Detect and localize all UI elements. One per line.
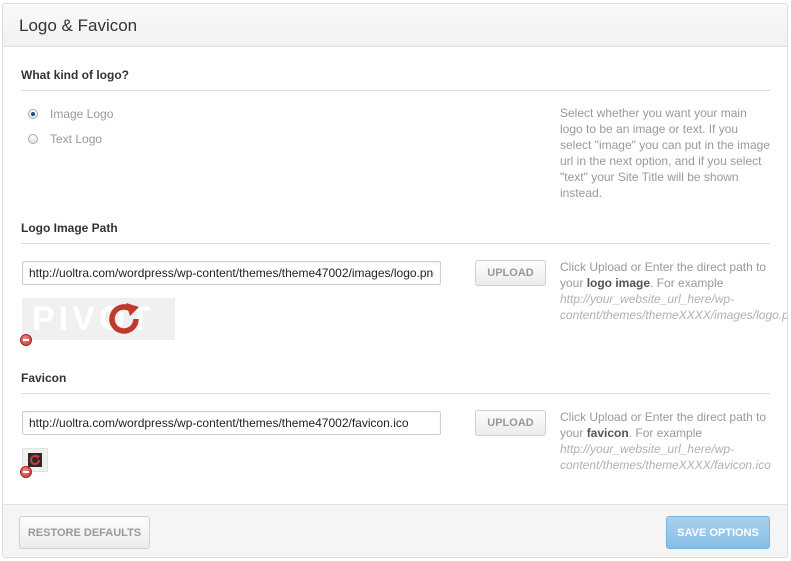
radio-text-logo[interactable]: Text Logo — [28, 131, 102, 147]
desc-text: . For example — [650, 276, 724, 290]
desc-text: . For example — [628, 426, 703, 440]
divider — [21, 243, 770, 244]
panel-footer: RESTORE DEFAULTS SAVE OPTIONS — [3, 504, 787, 557]
refresh-icon — [109, 303, 139, 334]
restore-defaults-button[interactable]: RESTORE DEFAULTS — [19, 516, 150, 549]
panel-title: Logo & Favicon — [19, 16, 138, 35]
desc-example-path: http://your_website_url_here/wp-content/… — [560, 292, 788, 322]
radio-button-checked[interactable] — [28, 109, 38, 119]
favicon-path-input[interactable] — [22, 411, 441, 435]
divider — [21, 90, 770, 91]
divider — [21, 393, 770, 394]
radio-label: Image Logo — [50, 107, 114, 121]
desc-strong: logo image — [586, 276, 651, 290]
favicon-image — [28, 453, 42, 467]
remove-favicon-icon[interactable] — [20, 466, 32, 478]
remove-logo-icon[interactable] — [20, 334, 32, 346]
logo-image-title: Logo Image Path — [21, 221, 118, 235]
radio-image-logo[interactable]: Image Logo — [28, 106, 113, 122]
favicon-description: Click Upload or Enter the direct path to… — [560, 409, 772, 473]
logo-image-description: Click Upload or Enter the direct path to… — [560, 259, 788, 323]
radio-label: Text Logo — [50, 132, 103, 146]
desc-example-path: http://your_website_url_here/wp-content/… — [560, 442, 771, 472]
panel-header: Logo & Favicon — [3, 4, 787, 47]
logo-preview: PIVOT — [22, 298, 175, 340]
refresh-icon — [30, 454, 40, 465]
logo-type-description: Select whether you want your main logo t… — [560, 106, 770, 200]
desc-strong: favicon — [586, 426, 629, 440]
logo-type-title: What kind of logo? — [21, 68, 129, 82]
logo-image-path-input[interactable] — [22, 261, 441, 285]
options-panel: Logo & Favicon What kind of logo? Image … — [2, 3, 788, 558]
radio-button[interactable] — [28, 134, 38, 144]
favicon-upload-button[interactable]: UPLOAD — [475, 410, 546, 436]
logo-upload-button[interactable]: UPLOAD — [475, 260, 546, 286]
save-options-button[interactable]: SAVE OPTIONS — [666, 516, 770, 549]
favicon-title: Favicon — [21, 371, 67, 385]
